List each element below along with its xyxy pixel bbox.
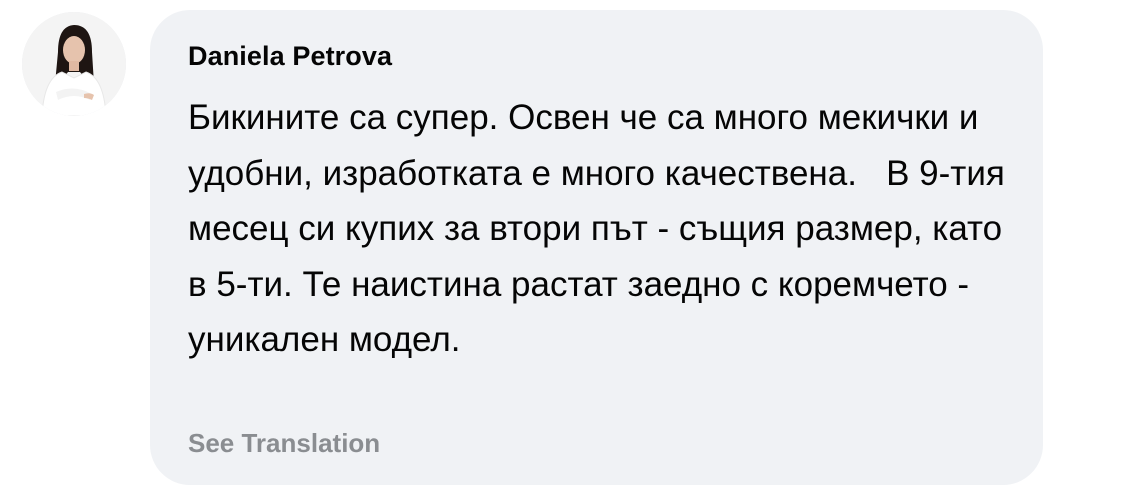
- profile-photo-icon: [22, 12, 126, 116]
- comment-text: Бикините са супер. Освен че са много мек…: [188, 98, 1015, 359]
- comment-bubble: Daniela Petrova Бикините са супер. Освен…: [150, 10, 1043, 485]
- author-name[interactable]: Daniela Petrova: [188, 41, 392, 72]
- avatar[interactable]: [22, 12, 126, 116]
- see-translation-link[interactable]: See Translation: [188, 428, 380, 459]
